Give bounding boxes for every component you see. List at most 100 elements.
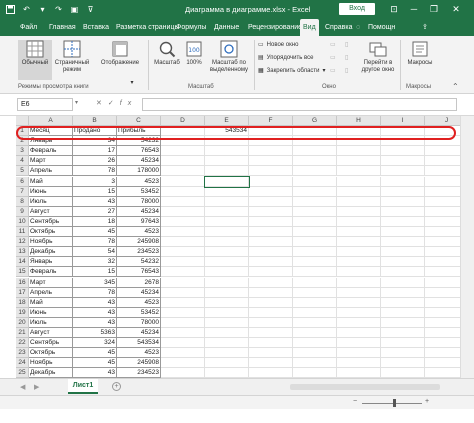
share-icon[interactable]: ⇪ xyxy=(422,19,428,36)
cell-f6[interactable] xyxy=(249,176,293,187)
row-header[interactable]: 4 xyxy=(16,156,29,167)
row-header[interactable]: 20 xyxy=(16,317,29,328)
cell-a20[interactable]: Июль xyxy=(29,317,73,328)
cell-h8[interactable] xyxy=(337,196,381,207)
cell-d8[interactable] xyxy=(161,196,205,207)
cell-b8[interactable]: 43 xyxy=(73,196,117,207)
cell-g17[interactable] xyxy=(293,287,337,298)
cell-i13[interactable] xyxy=(381,247,425,258)
cell-f16[interactable] xyxy=(249,277,293,288)
cell-h12[interactable] xyxy=(337,237,381,248)
redo-icon[interactable]: ↷ xyxy=(53,4,64,15)
cell-h20[interactable] xyxy=(337,317,381,328)
show-button[interactable]: Отображение xyxy=(98,40,142,80)
column-header-h[interactable]: H xyxy=(337,116,381,126)
cell-i15[interactable] xyxy=(381,267,425,278)
new-window-button[interactable]: ▭ Новое окно xyxy=(258,41,298,49)
row-header[interactable]: 13 xyxy=(16,247,29,258)
column-header-f[interactable]: F xyxy=(249,116,293,126)
cell-a10[interactable]: Сентябрь xyxy=(29,216,73,227)
row-header[interactable]: 18 xyxy=(16,297,29,308)
cell-d19[interactable] xyxy=(161,307,205,318)
cell-a9[interactable]: Август xyxy=(29,206,73,217)
cell-f12[interactable] xyxy=(249,237,293,248)
cell-j21[interactable] xyxy=(425,328,460,339)
cell-f22[interactable] xyxy=(249,338,293,349)
switch-windows-button[interactable]: Перейти в другое окно xyxy=(356,40,400,80)
cell-j19[interactable] xyxy=(425,308,460,318)
cell-d13[interactable] xyxy=(161,247,205,258)
cell-g11[interactable] xyxy=(293,227,337,238)
cell-a8[interactable]: Июль xyxy=(29,196,73,207)
row-header[interactable]: 22 xyxy=(16,338,29,349)
cell-d16[interactable] xyxy=(161,277,205,288)
tab-home[interactable]: Главная xyxy=(46,19,79,36)
cell-i4[interactable] xyxy=(381,156,425,167)
cell-f10[interactable] xyxy=(249,216,293,227)
cell-e18[interactable] xyxy=(205,297,249,308)
cell-j23[interactable] xyxy=(425,348,460,359)
cell-a12[interactable]: Ноябрь xyxy=(29,237,73,248)
cell-h19[interactable] xyxy=(337,307,381,318)
cell-f3[interactable] xyxy=(249,146,293,157)
cell-f20[interactable] xyxy=(249,317,293,328)
cell-e24[interactable] xyxy=(205,358,249,369)
cell-g4[interactable] xyxy=(293,156,337,167)
name-box-dropdown-icon[interactable]: ▾ xyxy=(75,99,78,106)
row-header[interactable]: 5 xyxy=(16,166,29,177)
cell-j16[interactable] xyxy=(425,278,460,288)
row-header[interactable]: 23 xyxy=(16,348,29,359)
cell-g6[interactable] xyxy=(293,176,337,187)
cell-c11[interactable]: 4523 xyxy=(117,227,161,238)
zoom-button[interactable]: Масштаб xyxy=(152,40,182,80)
cell-h15[interactable] xyxy=(337,267,381,278)
cell-d24[interactable] xyxy=(161,358,205,369)
cell-i10[interactable] xyxy=(381,216,425,227)
column-header-j[interactable]: J xyxy=(425,116,460,126)
cell-b21[interactable]: 5363 xyxy=(73,328,117,339)
signin-button[interactable]: Вход xyxy=(339,3,375,15)
column-header-d[interactable]: D xyxy=(161,116,205,126)
active-cell-selection[interactable] xyxy=(204,175,250,188)
cell-c3[interactable]: 76543 xyxy=(117,146,161,157)
cell-h10[interactable] xyxy=(337,216,381,227)
vertical-scrollbar[interactable] xyxy=(460,116,474,378)
cell-c4[interactable]: 45234 xyxy=(117,156,161,167)
cell-a25[interactable]: Декабрь xyxy=(29,368,73,378)
cell-d10[interactable] xyxy=(161,216,205,227)
cell-d9[interactable] xyxy=(161,206,205,217)
tab-data[interactable]: Данные xyxy=(211,19,242,36)
cell-d21[interactable] xyxy=(161,328,205,339)
cell-h7[interactable] xyxy=(337,186,381,197)
page-break-view-button[interactable]: Страничный режим xyxy=(54,40,90,80)
cell-d7[interactable] xyxy=(161,186,205,197)
cell-g10[interactable] xyxy=(293,216,337,227)
row-header[interactable]: 8 xyxy=(16,196,29,207)
row-header[interactable]: 19 xyxy=(16,307,29,318)
tab-review[interactable]: Рецензирование xyxy=(245,19,305,36)
cell-c16[interactable]: 2678 xyxy=(117,277,161,288)
cell-f24[interactable] xyxy=(249,358,293,369)
cell-i12[interactable] xyxy=(381,237,425,248)
cell-a3[interactable]: Февраль xyxy=(29,146,73,157)
cell-f15[interactable] xyxy=(249,267,293,278)
cell-b24[interactable]: 45 xyxy=(73,358,117,369)
cell-d20[interactable] xyxy=(161,317,205,328)
cell-i11[interactable] xyxy=(381,227,425,238)
enter-icon[interactable]: ✓ xyxy=(108,100,120,107)
row-header[interactable]: 25 xyxy=(16,368,29,378)
cell-g8[interactable] xyxy=(293,196,337,207)
cell-h25[interactable] xyxy=(337,368,381,378)
split-icon[interactable]: ▭ xyxy=(330,41,336,48)
cell-g13[interactable] xyxy=(293,247,337,258)
cell-h3[interactable] xyxy=(337,146,381,157)
cell-c23[interactable]: 4523 xyxy=(117,348,161,359)
cell-i25[interactable] xyxy=(381,368,425,378)
cell-d15[interactable] xyxy=(161,267,205,278)
side-by-side-icon[interactable]: ▯ xyxy=(345,41,348,48)
cell-i6[interactable] xyxy=(381,176,425,187)
cell-c12[interactable]: 245908 xyxy=(117,237,161,248)
column-header-b[interactable]: B xyxy=(73,116,117,126)
cell-g20[interactable] xyxy=(293,317,337,328)
cell-i8[interactable] xyxy=(381,196,425,207)
